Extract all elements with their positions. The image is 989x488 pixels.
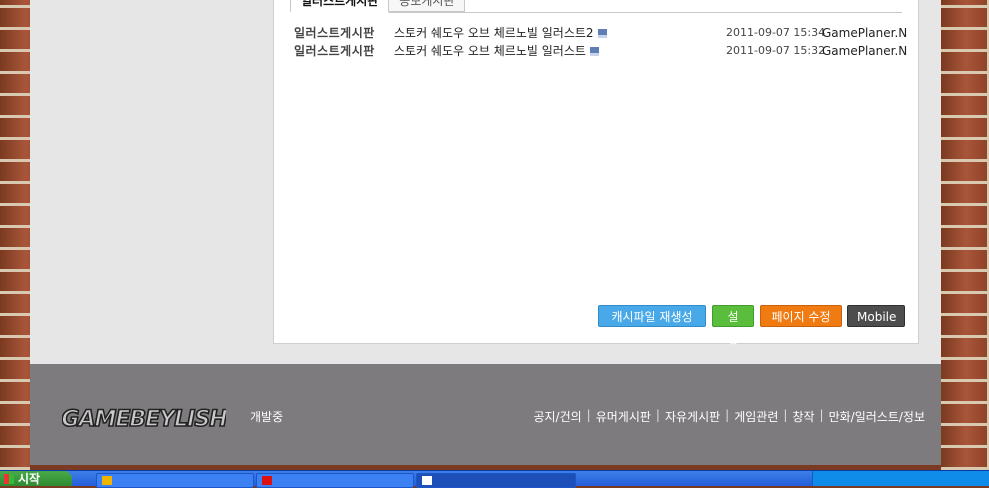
footer-link-creation[interactable]: 창작 [792, 408, 814, 425]
post-board-name[interactable]: 일러스트게시판 [294, 43, 375, 59]
post-title[interactable]: 스토커 쉐도우 오브 체르노빌 일러스트2 [394, 26, 594, 40]
edit-page-button[interactable]: 페이지 수정 [760, 305, 842, 327]
footer-link-separator: | [783, 408, 788, 422]
brick-wall-right [941, 0, 989, 470]
site-logo[interactable]: GAMEBEYLISH [62, 396, 226, 436]
brick-wall-left [0, 0, 30, 470]
footer-link-separator: | [725, 408, 730, 422]
footer-links: 공지/건의 | 유머게시판 | 자유게시판 | 게임관련 | 창작 | 만화/일러스트/정… [533, 408, 925, 425]
post-date: 2011-09-07 15:32 [726, 44, 826, 57]
save-disk-icon [589, 47, 599, 56]
system-tray[interactable] [812, 471, 989, 486]
footer-link-comic[interactable]: 만화/일러스트/정보 [829, 408, 925, 425]
footer-link-game[interactable]: 게임관련 [734, 408, 778, 425]
footer-link-separator: | [819, 408, 824, 422]
post-title[interactable]: 스토커 쉐도우 오브 체르노빌 일러스트 [394, 44, 586, 58]
tab-contest-board[interactable]: 공모게시판 [388, 0, 466, 12]
footer-link-free[interactable]: 자유게시판 [665, 408, 720, 425]
app-icon [262, 476, 272, 485]
start-button[interactable]: 시작 [0, 471, 72, 486]
mobile-button[interactable]: Mobile [847, 305, 905, 327]
folder-icon [102, 476, 112, 485]
footer-link-notice[interactable]: 공지/건의 [533, 408, 581, 425]
list-item: 일러스트게시판 스토커 쉐도우 오브 체르노빌 일러스트2 2011-09-07… [294, 25, 907, 41]
post-date: 2011-09-07 15:34 [726, 26, 826, 39]
board-panel: 일러스트게시판 공모게시판 일러스트게시판 스토커 쉐도우 오브 체르노빌 일러… [273, 0, 919, 346]
taskbar-window-button[interactable] [96, 473, 254, 488]
dev-status-text: 개발중 [250, 410, 284, 424]
save-disk-icon [597, 29, 607, 38]
post-title-link[interactable]: 스토커 쉐도우 오브 체르노빌 일러스트 [394, 43, 599, 59]
list-item: 일러스트게시판 스토커 쉐도우 오브 체르노빌 일러스트 2011-09-07 … [294, 43, 907, 59]
footer-link-humor[interactable]: 유머게시판 [596, 408, 651, 425]
windows-taskbar: 시작 [0, 470, 989, 488]
board-tabs: 일러스트게시판 공모게시판 [290, 0, 466, 13]
settings-button[interactable]: 설정 [712, 305, 754, 346]
window-icon [422, 476, 432, 485]
start-label: 시작 [18, 472, 41, 486]
site-footer: GAMEBEYLISH 개발중 공지/건의 | 유머게시판 | 자유게시판 | 게임관… [30, 364, 941, 465]
footer-link-separator: | [655, 408, 660, 422]
footer-link-separator: | [586, 408, 591, 422]
taskbar-window-button-active[interactable] [416, 473, 576, 488]
tab-illust-board[interactable]: 일러스트게시판 [290, 0, 390, 13]
taskbar-window-button[interactable] [256, 473, 414, 488]
post-author[interactable]: GamePlaner.N [822, 43, 907, 59]
logo-text: GAMEBEYLISH [62, 407, 226, 432]
regenerate-cache-button[interactable]: 캐시파일 재생성 [598, 305, 706, 327]
post-board-name[interactable]: 일러스트게시판 [294, 25, 375, 41]
post-title-link[interactable]: 스토커 쉐도우 오브 체르노빌 일러스트2 [394, 25, 607, 41]
windows-flag-icon [4, 474, 14, 484]
post-author[interactable]: GamePlaner.N [822, 25, 907, 41]
